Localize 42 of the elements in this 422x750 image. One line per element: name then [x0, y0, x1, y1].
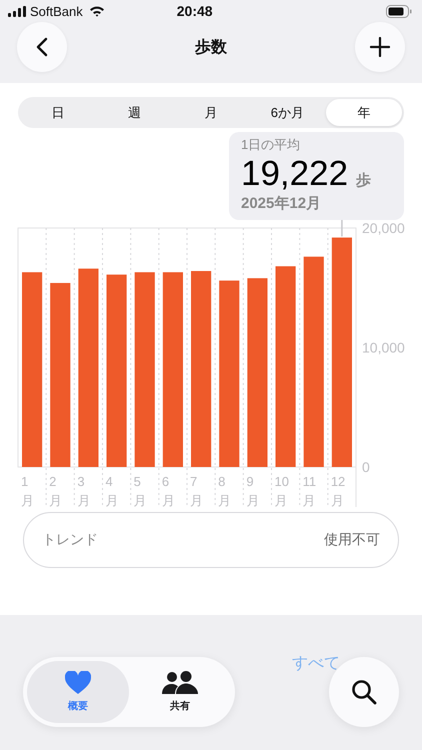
x-axis-label: 6月	[160, 473, 176, 510]
x-axis-label: 8月	[217, 473, 232, 510]
carrier-name: SoftBank	[30, 4, 83, 18]
x-axis-label: 4月	[104, 473, 120, 510]
average-label: 1日の平均	[241, 136, 302, 154]
plus-icon	[370, 37, 390, 57]
x-axis-label: 12月	[330, 473, 346, 510]
x-axis-label: 1月	[20, 473, 35, 510]
y-axis-label: 10,000	[362, 340, 405, 356]
add-button[interactable]	[355, 22, 405, 72]
range-tab[interactable]: 年	[326, 99, 402, 126]
search-icon	[351, 679, 377, 705]
y-axis-label: 20,000	[362, 220, 405, 236]
average-value: 19,222	[241, 154, 348, 194]
page-title: 歩数	[195, 38, 227, 58]
y-axis-label: 0	[362, 459, 370, 475]
date-label: 2025年12月	[241, 194, 322, 213]
back-button[interactable]	[17, 22, 67, 72]
status-time: 20:48	[176, 3, 214, 19]
callout-leader-line	[341, 220, 343, 237]
heart-icon	[65, 671, 91, 695]
tab-bar-item[interactable]: 共有	[129, 661, 231, 723]
people-icon	[162, 671, 198, 695]
x-axis-label: 9月	[245, 473, 260, 510]
trend-row[interactable]: トレンド 使用不可	[23, 512, 399, 568]
x-axis-label: 5月	[132, 473, 148, 510]
wifi-icon	[88, 5, 105, 17]
x-axis-label: 11月	[302, 473, 318, 510]
range-tab[interactable]: 日	[20, 99, 96, 126]
range-tab[interactable]: 週	[96, 99, 173, 126]
trend-value: 使用不可	[324, 531, 380, 549]
battery-icon	[386, 4, 412, 18]
signal-icon	[8, 6, 26, 16]
x-axis-label: 3月	[76, 473, 92, 510]
unit-label: 歩	[356, 171, 372, 190]
range-tab[interactable]: 6か月	[249, 99, 326, 126]
range-tab[interactable]: 月	[172, 99, 250, 126]
x-axis-label: 2月	[48, 473, 64, 510]
x-axis-label: 7月	[188, 473, 204, 510]
chevron-left-icon	[36, 37, 48, 57]
trend-label: トレンド	[42, 531, 98, 549]
x-axis-label: 10月	[273, 473, 290, 510]
